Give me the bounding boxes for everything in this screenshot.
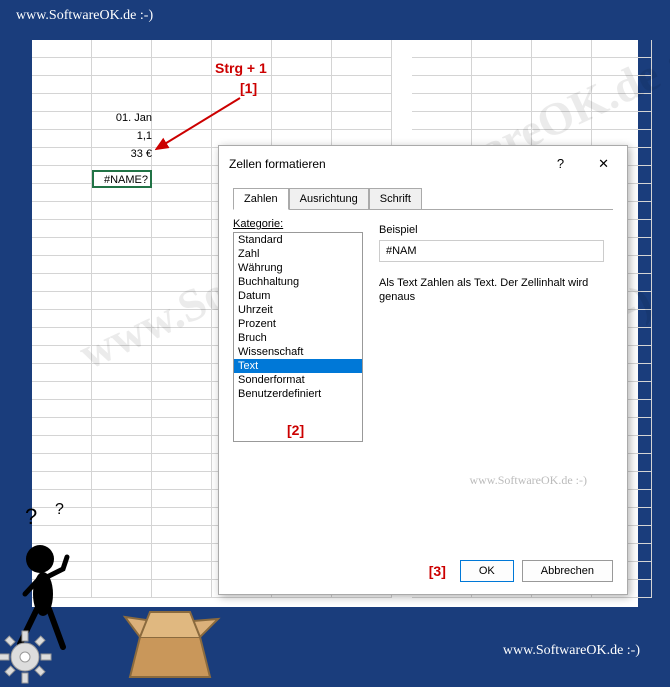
close-icon[interactable]: ✕ bbox=[590, 154, 617, 174]
sample-box: #NAM bbox=[379, 240, 604, 262]
category-item[interactable]: Standard bbox=[234, 233, 362, 247]
sample-label: Beispiel bbox=[379, 224, 604, 236]
open-box-icon bbox=[110, 587, 230, 687]
cell-number[interactable]: 1,1 bbox=[94, 130, 152, 142]
cancel-button[interactable]: Abbrechen bbox=[522, 560, 613, 582]
watermark-bottom: www.SoftwareOK.de :-) bbox=[503, 643, 640, 659]
tab-alignment[interactable]: Ausrichtung bbox=[289, 188, 369, 209]
cell-selected[interactable]: #NAME? bbox=[92, 170, 152, 188]
category-listbox[interactable]: StandardZahlWährungBuchhaltungDatumUhrze… bbox=[233, 232, 363, 442]
dialog-help-button[interactable]: ? bbox=[549, 154, 572, 174]
category-item[interactable]: Zahl bbox=[234, 247, 362, 261]
watermark-top: www.SoftwareOK.de :-) bbox=[16, 8, 153, 24]
format-cells-dialog: Zellen formatieren ? ✕ Zahlen Ausrichtun… bbox=[218, 145, 628, 595]
watermark-dialog: www.SoftwareOK.de :-) bbox=[469, 473, 587, 488]
svg-text:?: ? bbox=[55, 501, 64, 518]
category-item[interactable]: Wissenschaft bbox=[234, 345, 362, 359]
category-item[interactable]: Sonderformat bbox=[234, 373, 362, 387]
gear-icon bbox=[0, 627, 55, 687]
category-item[interactable]: Benutzerdefiniert bbox=[234, 387, 362, 401]
dialog-titlebar: Zellen formatieren ? ✕ bbox=[219, 146, 627, 182]
format-description: Als Text Zahlen als Text. Der Zellinhalt… bbox=[379, 276, 604, 305]
category-item[interactable]: Prozent bbox=[234, 317, 362, 331]
annotation-shortcut: Strg + 1 bbox=[215, 60, 267, 76]
cell-date[interactable]: 01. Jan bbox=[94, 112, 152, 124]
category-item[interactable]: Buchhaltung bbox=[234, 275, 362, 289]
category-item[interactable]: Datum bbox=[234, 289, 362, 303]
dialog-title: Zellen formatieren bbox=[229, 157, 326, 171]
annotation-marker-2: [2] bbox=[287, 422, 304, 438]
ok-button[interactable]: OK bbox=[460, 560, 514, 582]
category-item[interactable]: Währung bbox=[234, 261, 362, 275]
cell-currency[interactable]: 33 € bbox=[94, 148, 152, 160]
tab-font[interactable]: Schrift bbox=[369, 188, 422, 209]
svg-text:?: ? bbox=[25, 504, 37, 529]
category-item[interactable]: Bruch bbox=[234, 331, 362, 345]
category-item[interactable]: Text bbox=[234, 359, 362, 373]
dialog-tabs: Zahlen Ausrichtung Schrift bbox=[233, 188, 613, 210]
annotation-marker-3: [3] bbox=[429, 560, 446, 582]
tab-numbers[interactable]: Zahlen bbox=[233, 188, 289, 210]
category-item[interactable]: Uhrzeit bbox=[234, 303, 362, 317]
